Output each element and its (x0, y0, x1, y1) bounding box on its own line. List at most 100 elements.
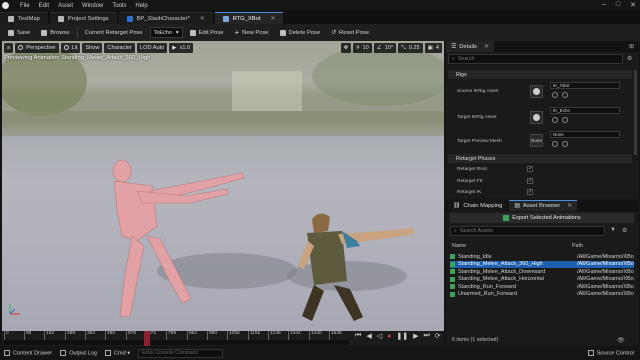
export-selected-animations-button[interactable]: Export Selected Animations (450, 213, 634, 223)
perspective-button[interactable]: Perspective (15, 42, 59, 53)
save-button[interactable]: Save (4, 27, 34, 39)
asset-row[interactable]: Standing_Melee_Attack_Downward/All/Game/… (450, 268, 634, 276)
retarget-ik-checkbox[interactable]: ✓ (527, 189, 533, 195)
cmd-button[interactable]: Cmd ▾ (104, 349, 130, 356)
output-log-button[interactable]: Output Log (60, 349, 97, 356)
column-name[interactable]: Name (452, 243, 466, 249)
character-button[interactable]: Character (104, 42, 135, 53)
use-selected-icon[interactable] (562, 92, 568, 98)
tab-bp-slashcharacter[interactable]: BP_SlashCharacter* ✕ (118, 12, 213, 24)
browse-button[interactable]: Browse (37, 27, 73, 39)
target-ik-thumbnail (530, 111, 543, 124)
source-ik-dropdown[interactable]: IK_XBot (550, 82, 620, 89)
step-forward-icon[interactable]: ▶ (413, 332, 418, 340)
grid-icon[interactable]: ⊞ (629, 43, 634, 50)
console-command-input[interactable]: Enter Console Command (138, 348, 224, 358)
retarget-root-label: Retarget Root (457, 167, 487, 172)
show-button[interactable]: Show (82, 42, 103, 53)
details-tab[interactable]: ☰ Details ✕ (446, 41, 494, 52)
filter-icon[interactable]: ▼ (610, 227, 616, 233)
minimize-icon[interactable]: – (602, 1, 606, 9)
content-drawer-button[interactable]: Content Drawer (4, 349, 52, 356)
tab-chain-mapping[interactable]: ⛓ Chain Mapping (448, 200, 508, 211)
asset-row[interactable]: Standing_Run_Forward/All/Game/Mixamo/XBo (450, 283, 634, 291)
details-scrollbar[interactable] (634, 70, 637, 155)
close-icon[interactable]: ✕ (484, 44, 489, 50)
menu-asset[interactable]: Asset (58, 3, 73, 9)
reset-pose-button[interactable]: ↺ Reset Pose (327, 27, 373, 39)
retarget-phases-category[interactable]: Retarget Phases (448, 154, 632, 163)
play-reverse-icon[interactable]: ◁ (377, 332, 382, 340)
view-options-icon[interactable]: 👁 (617, 337, 625, 344)
target-preview-dropdown[interactable]: None (550, 131, 620, 138)
target-ik-label: Target IKRig Asset (457, 115, 497, 120)
menu-tools[interactable]: Tools (112, 3, 126, 9)
browse-icon[interactable] (552, 141, 558, 147)
asset-path: /All/Game/Mixamo/XBo (577, 276, 634, 283)
retarget-root-checkbox[interactable]: ✓ (527, 166, 533, 172)
asset-row-selected[interactable]: Standing_Melee_Attack_360_High/All/Game/… (450, 260, 634, 268)
camera-speed-button[interactable]: ▣ 4 (424, 43, 442, 53)
skip-to-start-icon[interactable]: ⏮ (355, 332, 361, 340)
retarget-fk-checkbox[interactable]: ✓ (527, 178, 533, 184)
grid-icon: # (356, 45, 360, 51)
close-tab-icon[interactable]: ✕ (271, 16, 276, 22)
menu-edit[interactable]: Edit (39, 3, 49, 9)
use-selected-icon[interactable] (562, 141, 568, 147)
loop-icon[interactable]: ⟳ (435, 332, 441, 340)
close-icon[interactable]: ✕ (630, 1, 636, 9)
menu-file[interactable]: File (20, 3, 30, 9)
rigs-category[interactable]: Rigs (448, 70, 632, 79)
viewport[interactable] (2, 41, 444, 331)
asset-row[interactable]: Standing_Idle/All/Game/Mixamo/XBo (450, 253, 634, 261)
details-search-input[interactable]: ⌕ Search (448, 54, 623, 64)
column-path[interactable]: Path (572, 243, 583, 249)
animation-icon (450, 291, 455, 297)
close-icon[interactable]: ✕ (567, 203, 572, 209)
status-bar: Content Drawer Output Log Cmd ▾ Enter Co… (0, 346, 640, 360)
menu-help[interactable]: Help (135, 3, 147, 9)
tab-project-settings[interactable]: Project Settings (49, 12, 117, 24)
lod-button[interactable]: LOD Auto (136, 42, 168, 53)
asset-search-input[interactable]: ⌕ Search Assets (450, 226, 605, 236)
timeline-scrub-track[interactable] (4, 340, 349, 345)
angle-icon: ∠ (376, 45, 382, 51)
timeline-playhead[interactable] (144, 331, 150, 346)
settings-icon[interactable]: ⚙ (627, 55, 632, 62)
grid-snap-button[interactable]: #10 (353, 43, 372, 53)
delete-pose-button[interactable]: Delete Pose (276, 27, 325, 39)
dropdown-value: ToEcho (153, 29, 172, 36)
timeline-ruler[interactable]: 0 96 192 288 384 480 576 672 768 864 960… (4, 331, 349, 340)
retarget-fk-label: Retarget FK (457, 179, 483, 184)
menu-window[interactable]: Window (82, 3, 103, 9)
step-back-icon[interactable]: ◀ (366, 332, 371, 340)
close-tab-icon[interactable]: ✕ (200, 16, 205, 22)
target-ik-dropdown[interactable]: IK_Echo (550, 107, 620, 114)
use-selected-icon[interactable] (562, 117, 568, 123)
tab-rtg-xbot[interactable]: RTG_XBot ✕ (214, 12, 284, 24)
source-control-button[interactable]: Source Control (587, 349, 634, 356)
browse-icon[interactable] (552, 92, 558, 98)
retarget-pose-dropdown[interactable]: ToEcho ▾ (149, 27, 183, 38)
lit-button[interactable]: Lit (60, 42, 81, 53)
unreal-logo-icon[interactable] (0, 0, 11, 11)
asset-row[interactable]: Unarmed_Run_Forward/All/Game/Mixamo/XBo (450, 291, 634, 299)
tab-asset-browser[interactable]: ▤ Asset Browser ✕ (509, 200, 578, 211)
tab-testmap[interactable]: TestMap (0, 12, 48, 24)
record-icon[interactable]: ● (387, 333, 391, 340)
translate-mode-icon[interactable]: ✥ (340, 43, 352, 53)
viewport-scene (2, 41, 444, 321)
scale-snap-button[interactable]: ⤡ 0.25 (398, 43, 423, 53)
play-speed-button[interactable]: ▶ x1.0 (169, 42, 194, 53)
browse-icon[interactable] (552, 117, 558, 123)
rotation-snap-button[interactable]: ∠ 10° (373, 43, 397, 53)
edit-pose-button[interactable]: Edit Pose (186, 27, 228, 39)
pause-icon[interactable]: ❚❚ (396, 332, 408, 340)
viewport-options-button[interactable]: ≡ (4, 42, 14, 53)
skip-to-end-icon[interactable]: ⏭ (423, 332, 429, 340)
new-pose-button[interactable]: + New Pose (231, 27, 273, 39)
settings-icon[interactable]: ⚙ (622, 227, 627, 234)
asset-row[interactable]: Standing_Melee_Attack_Horizontal/All/Gam… (450, 276, 634, 284)
search-placeholder: Search (457, 56, 475, 62)
maximize-icon[interactable]: □ (616, 1, 620, 9)
